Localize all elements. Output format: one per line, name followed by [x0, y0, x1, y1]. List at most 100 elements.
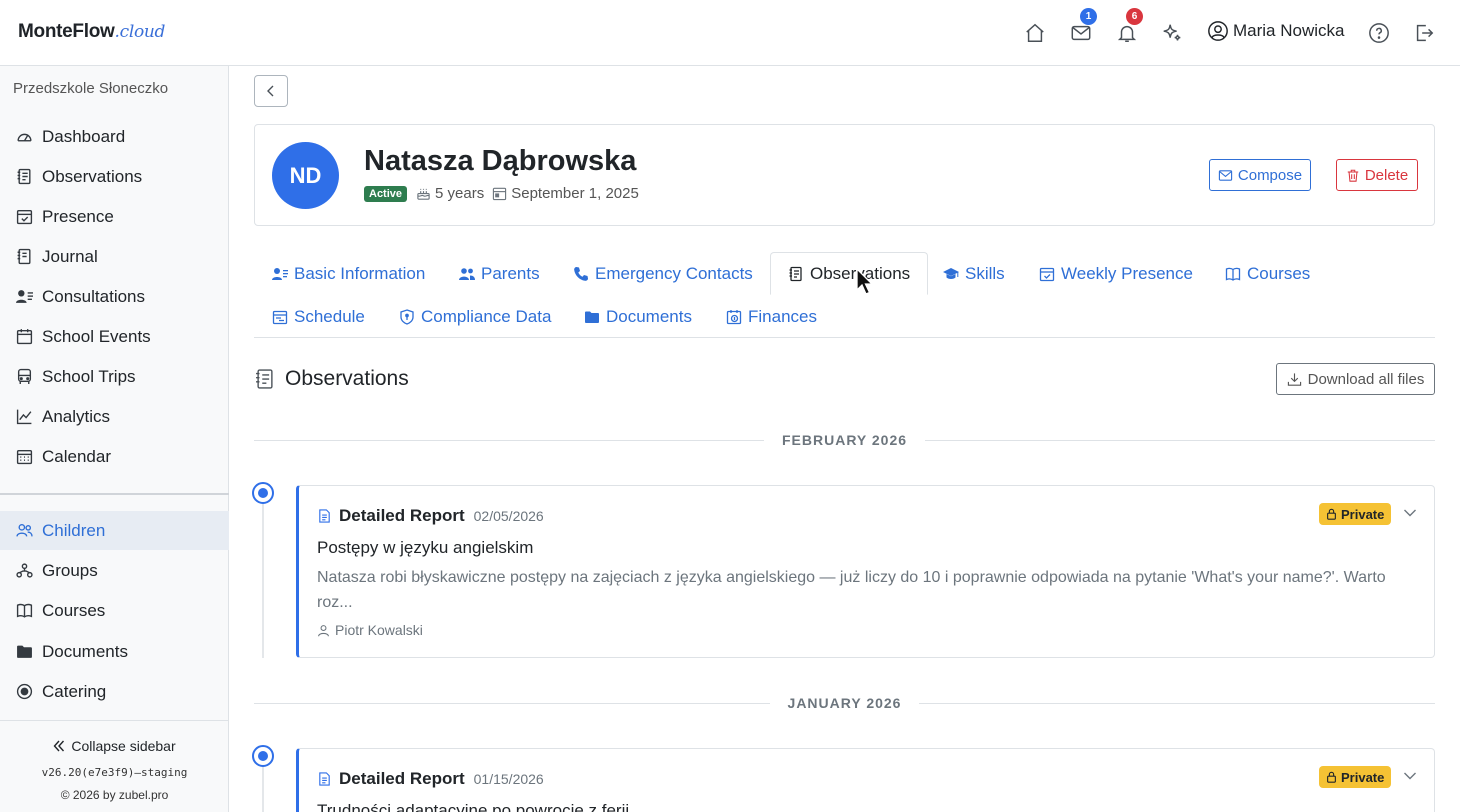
- document-text-icon: [319, 509, 330, 523]
- calendar-range-icon: [272, 310, 288, 324]
- child-meta: Active 5 years September 1, 2025: [364, 185, 639, 202]
- messages-badge: 1: [1080, 8, 1097, 25]
- tab-parents[interactable]: Parents: [442, 252, 557, 295]
- compose-button[interactable]: Compose: [1209, 159, 1311, 191]
- observation-card[interactable]: Detailed Report 02/05/2026 Private Postę…: [296, 485, 1435, 658]
- double-chevron-left-icon: [53, 740, 65, 752]
- help-icon[interactable]: [1366, 20, 1392, 46]
- month-divider: JANUARY 2026: [254, 693, 1435, 713]
- mortarboard-icon: [943, 267, 959, 279]
- observation-date: 01/15/2026: [473, 771, 544, 787]
- shield-icon: [400, 308, 414, 325]
- timeline-line: [262, 504, 264, 658]
- document-text-icon: [319, 772, 330, 786]
- sidebar-item-presence[interactable]: Presence: [0, 197, 229, 236]
- book-icon: [1225, 267, 1241, 281]
- tab-courses[interactable]: Courses: [1208, 252, 1327, 295]
- sidebar-item-school-events[interactable]: School Events: [0, 317, 229, 356]
- sidebar: Przedszkole Słoneczko Dashboard Observat…: [0, 66, 229, 812]
- tab-schedule[interactable]: Schedule: [255, 295, 382, 338]
- sidebar-item-groups[interactable]: Groups: [0, 551, 229, 590]
- timeline-line: [262, 767, 264, 812]
- back-button[interactable]: [254, 75, 288, 107]
- section-title: Observations: [285, 367, 409, 390]
- tab-weekly-presence[interactable]: Weekly Presence: [1022, 252, 1210, 295]
- sidebar-item-analytics[interactable]: Analytics: [0, 397, 229, 436]
- sidebar-item-journal[interactable]: Journal: [0, 237, 229, 276]
- trash-icon: [1347, 169, 1359, 182]
- cake-icon: [417, 188, 430, 200]
- observation-title: Postępy w języku angielskim: [317, 538, 534, 557]
- calendar-grid-icon: [16, 449, 33, 465]
- chevron-down-icon[interactable]: [1403, 769, 1417, 783]
- journal-text-icon: [256, 369, 273, 389]
- calendar-check-icon: [16, 209, 33, 225]
- folder-icon: [585, 311, 599, 323]
- people-icon: [16, 523, 33, 537]
- tabs-divider: [254, 337, 1435, 338]
- tab-basic-information[interactable]: Basic Information: [255, 252, 442, 295]
- person-lines-icon: [16, 290, 33, 303]
- notifications-badge: 6: [1126, 8, 1143, 25]
- section-header: Observations: [254, 367, 409, 391]
- person-lines-icon: [272, 267, 288, 280]
- tab-observations[interactable]: Observations: [770, 252, 929, 295]
- observation-type: Detailed Report: [339, 506, 465, 525]
- tab-compliance-data[interactable]: Compliance Data: [382, 295, 568, 338]
- tab-skills[interactable]: Skills: [926, 252, 1022, 295]
- child-profile-card: ND Natasza Dąbrowska Active 5 years Sept…: [254, 124, 1435, 226]
- collapse-sidebar-button[interactable]: Collapse sidebar: [0, 738, 229, 754]
- chevron-down-icon[interactable]: [1403, 506, 1417, 520]
- sidebar-item-courses[interactable]: Courses: [0, 591, 229, 630]
- copyright: © 2026 by zubel.pro: [60, 788, 169, 802]
- sidebar-item-dashboard[interactable]: Dashboard: [0, 117, 229, 156]
- avatar: ND: [272, 142, 339, 209]
- sidebar-item-children[interactable]: Children: [0, 511, 229, 550]
- person-icon: [318, 624, 329, 636]
- sidebar-item-consultations[interactable]: Consultations: [0, 277, 229, 316]
- sidebar-item-catering[interactable]: Catering: [0, 672, 229, 711]
- sidebar-item-school-trips[interactable]: School Trips: [0, 357, 229, 396]
- observation-card[interactable]: Detailed Report 01/15/2026 Private Trudn…: [296, 748, 1435, 812]
- tab-emergency-contacts[interactable]: Emergency Contacts: [556, 252, 770, 295]
- sidebar-item-documents[interactable]: Documents: [0, 632, 229, 671]
- child-age: 5 years: [435, 185, 485, 202]
- calendar-date-icon: [493, 187, 507, 201]
- user-menu[interactable]: Maria Nowicka: [1207, 20, 1344, 42]
- app-version: v26.20(e7e3f9)–staging: [41, 766, 188, 779]
- top-bar: MonteFlow.cloud 1 6 Maria Nowicka: [0, 0, 1460, 66]
- journal-icon: [17, 248, 31, 265]
- journal-text-icon: [789, 266, 802, 281]
- messages-icon[interactable]: 1: [1068, 8, 1097, 46]
- observation-type: Detailed Report: [339, 769, 465, 788]
- diagram-icon: [16, 563, 33, 578]
- sidebar-footer-divider: [0, 720, 229, 721]
- download-all-files-button[interactable]: Download all files: [1276, 363, 1435, 395]
- sidebar-item-observations[interactable]: Observations: [0, 157, 229, 196]
- tab-documents[interactable]: Documents: [567, 295, 709, 338]
- download-icon: [1287, 372, 1301, 386]
- calendar-icon: [16, 329, 33, 345]
- sparkles-icon[interactable]: [1159, 20, 1185, 46]
- observation-author: Piotr Kowalski: [317, 622, 423, 638]
- bus-icon: [17, 368, 32, 384]
- folder-icon: [17, 645, 32, 658]
- home-icon[interactable]: [1022, 20, 1048, 46]
- delete-button[interactable]: Delete: [1336, 159, 1418, 191]
- plate-icon: [16, 683, 33, 700]
- graph-icon: [16, 409, 32, 425]
- month-divider: FEBRUARY 2026: [254, 430, 1436, 450]
- bell-icon[interactable]: 6: [1114, 8, 1143, 46]
- private-badge: Private: [1319, 766, 1392, 788]
- logout-icon[interactable]: [1411, 20, 1437, 46]
- timeline-dot: [252, 745, 274, 767]
- gauge-icon: [17, 133, 32, 142]
- brand-logo[interactable]: MonteFlow.cloud: [18, 21, 165, 43]
- chevron-left-icon: [267, 85, 274, 97]
- book-icon: [16, 603, 33, 618]
- envelope-icon: [1218, 169, 1233, 181]
- user-circle-icon: [1208, 21, 1228, 41]
- tab-finances[interactable]: Finances: [709, 295, 834, 338]
- start-date: September 1, 2025: [511, 185, 639, 202]
- sidebar-item-calendar[interactable]: Calendar: [0, 437, 229, 476]
